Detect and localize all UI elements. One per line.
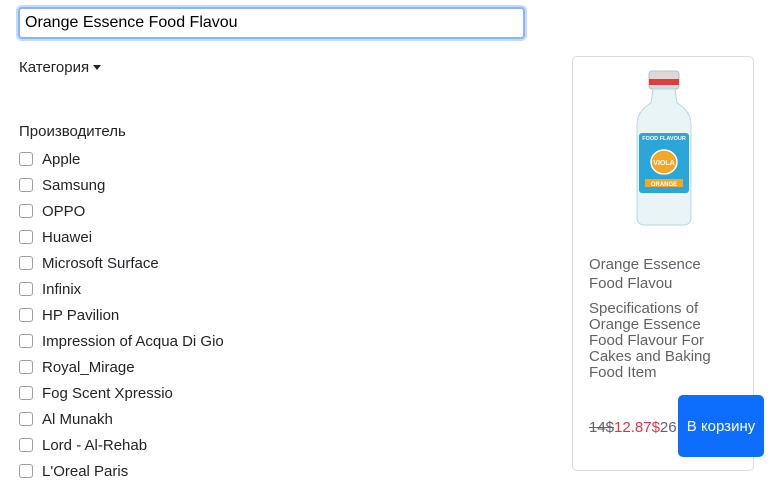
price-tail: 26 bbox=[659, 419, 677, 436]
brand-filter-item[interactable]: Royal_Mirage bbox=[19, 354, 224, 380]
category-dropdown[interactable]: Категория bbox=[19, 59, 102, 76]
brand-filter-item[interactable]: Huawei bbox=[19, 224, 224, 250]
brand-label: Huawei bbox=[42, 228, 93, 246]
brand-list: Apple Samsung OPPO Huawei Microsoft Surface I… bbox=[19, 146, 224, 484]
brand-label: Infinix bbox=[42, 280, 82, 298]
checkbox[interactable] bbox=[19, 334, 33, 348]
manufacturer-heading: Производитель bbox=[19, 123, 126, 140]
brand-filter-item[interactable]: Infinix bbox=[19, 276, 224, 302]
product-name[interactable]: Orange Essence Food Flavou bbox=[589, 255, 739, 293]
brand-filter-item[interactable]: Impression of Acqua Di Gio bbox=[19, 328, 224, 354]
brand-filter-item[interactable]: Samsung bbox=[19, 172, 224, 198]
checkbox[interactable] bbox=[19, 282, 33, 296]
brand-filter-item[interactable]: OPPO bbox=[19, 198, 224, 224]
brand-filter-item[interactable]: L'Oreal Paris bbox=[19, 458, 224, 484]
category-label: Категория bbox=[19, 59, 90, 76]
brand-label: HP Pavilion bbox=[42, 306, 120, 324]
checkbox[interactable] bbox=[19, 360, 33, 374]
brand-label: OPPO bbox=[42, 202, 86, 220]
brand-label: Microsoft Surface bbox=[42, 254, 159, 272]
brand-label: Al Munakh bbox=[42, 410, 113, 428]
checkbox[interactable] bbox=[19, 308, 33, 322]
brand-filter-item[interactable]: Al Munakh bbox=[19, 406, 224, 432]
checkbox[interactable] bbox=[19, 178, 33, 192]
brand-label: Impression of Acqua Di Gio bbox=[42, 332, 224, 350]
brand-filter-item[interactable]: Lord - Al-Rehab bbox=[19, 432, 224, 458]
brand-filter-item[interactable]: HP Pavilion bbox=[19, 302, 224, 328]
caret-down-icon bbox=[93, 65, 102, 70]
brand-filter-item[interactable]: Microsoft Surface bbox=[19, 250, 224, 276]
sale-price: 12.87$ bbox=[614, 419, 660, 436]
image-label-top: FOOD FLAVOUR bbox=[642, 136, 686, 142]
checkbox[interactable] bbox=[19, 412, 33, 426]
checkbox[interactable] bbox=[19, 256, 33, 270]
brand-label: Fog Scent Xpressio bbox=[42, 384, 173, 402]
search-input[interactable] bbox=[18, 7, 525, 39]
image-brand: VIOLA bbox=[653, 160, 674, 167]
image-label-bottom: ORANGE bbox=[651, 182, 677, 188]
brand-label: Apple bbox=[42, 150, 81, 168]
brand-label: Samsung bbox=[42, 176, 106, 194]
checkbox[interactable] bbox=[19, 230, 33, 244]
checkbox[interactable] bbox=[19, 204, 33, 218]
brand-label: Lord - Al-Rehab bbox=[42, 436, 148, 454]
brand-filter-item[interactable]: Fog Scent Xpressio bbox=[19, 380, 224, 406]
checkbox[interactable] bbox=[19, 464, 33, 478]
product-description: Specifications of Orange Essence Food Fl… bbox=[589, 300, 711, 381]
product-image[interactable]: FOOD FLAVOUR VIOLA ORANGE bbox=[583, 67, 745, 247]
brand-label: Royal_Mirage bbox=[42, 358, 135, 376]
brand-filter-item[interactable]: Apple bbox=[19, 146, 224, 172]
checkbox[interactable] bbox=[19, 152, 33, 166]
checkbox[interactable] bbox=[19, 438, 33, 452]
product-price: 14$12.87$26 bbox=[589, 419, 677, 436]
brand-label: L'Oreal Paris bbox=[42, 462, 129, 480]
old-price: 14$ bbox=[589, 419, 615, 436]
add-to-cart-button[interactable]: В корзину bbox=[678, 395, 764, 457]
checkbox[interactable] bbox=[19, 386, 33, 400]
